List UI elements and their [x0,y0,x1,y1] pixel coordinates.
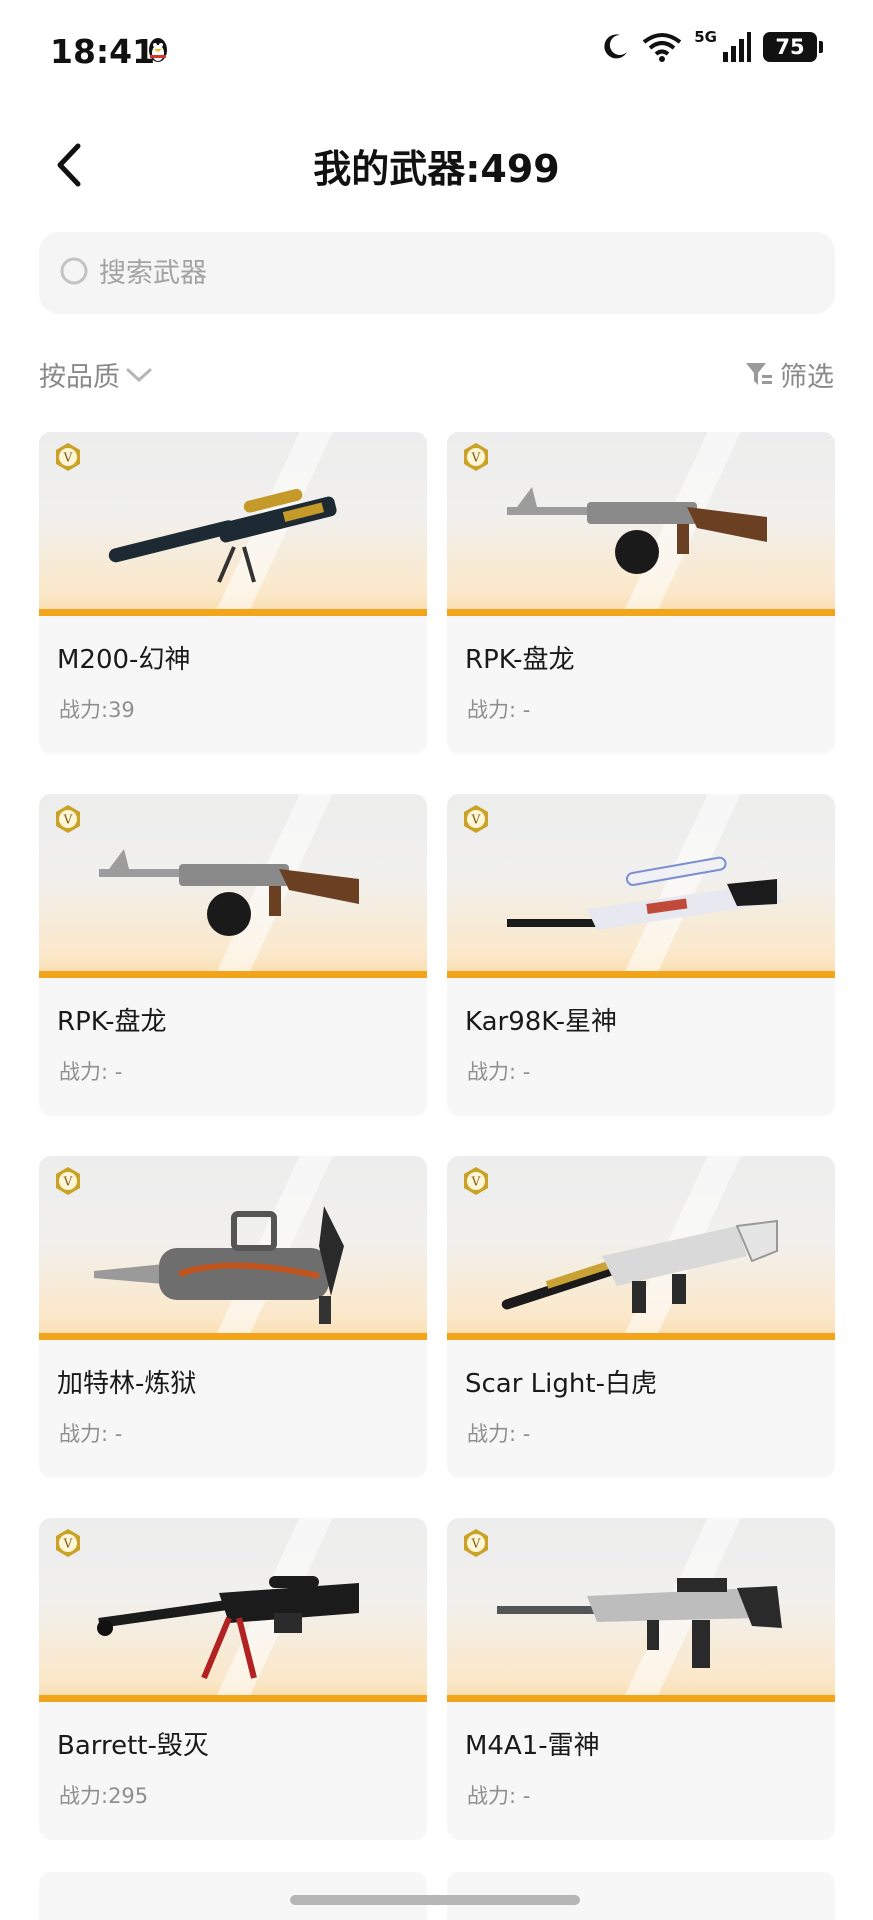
weapon-image [507,856,782,930]
sort-dropdown[interactable]: 按品质 [39,355,154,394]
weapon-power: 战力: - [467,698,531,722]
weapon-card[interactable]: V M200-幻神 战力:39 [39,432,427,754]
v-badge-icon: V [56,443,80,471]
search-input[interactable] [99,257,699,289]
filter-label: 筛选 [780,362,834,393]
weapon-name: Kar98K-星神 [465,1007,618,1037]
weapon-name: RPK-盘龙 [465,645,575,675]
weapon-name: 加特林-炼狱 [57,1369,197,1399]
weapon-name: M4A1-雷神 [465,1731,600,1761]
weapon-image-area: V [447,432,835,616]
status-time: 18:41 [50,32,156,71]
weapon-power: 战力: - [467,1060,531,1084]
filter-icon [746,362,772,385]
network-type: 5G [694,28,717,46]
page-title: 我的武器:499 [313,147,560,191]
weapon-power: 战力: - [467,1422,531,1446]
search-bar[interactable] [39,232,835,314]
weapon-power: 战力: - [467,1784,531,1808]
qq-penguin-icon [146,36,170,68]
svg-text:V: V [63,1537,73,1551]
weapon-image [507,487,767,574]
svg-text:V: V [471,813,481,827]
weapon-image-area: V [39,432,427,616]
weapon-name: Barrett-毁灭 [57,1731,209,1761]
battery-indicator: 75 [763,32,823,62]
status-icons: 5G 75 [600,28,823,62]
weapon-name: RPK-盘龙 [57,1007,167,1037]
weapon-card[interactable]: V Barrett-毁灭 战力:295 [39,1518,427,1840]
weapon-power: 战力:39 [59,698,135,722]
v-badge-icon: V [464,805,488,833]
v-badge-icon: V [56,1529,80,1557]
weapon-card[interactable]: V M4A1-雷神 战力: - [447,1518,835,1840]
v-badge-icon: V [56,805,80,833]
weapon-image [497,1578,782,1668]
weapon-image-area: V [39,794,427,978]
weapon-image [94,1206,344,1324]
weapon-image [99,849,359,936]
weapon-grid: V M200-幻神 战力:39 V RPK-盘龙 战力: - V RPK-盘龙 … [39,432,835,1840]
weapon-image [501,1219,778,1313]
v-badge-icon: V [464,443,488,471]
weapon-image-area: V [447,1156,835,1340]
battery-level: 75 [775,35,805,59]
signal-icon [723,32,751,62]
weapon-card[interactable]: V RPK-盘龙 战力: - [39,794,427,1116]
weapon-name: M200-幻神 [57,645,191,675]
search-icon [60,257,88,285]
weapon-power: 战力: - [59,1422,123,1446]
weapon-image-area: V [447,1518,835,1702]
svg-text:V: V [63,1175,73,1189]
weapons-page: 18:41 5G 75 我的武器:499 搜索武器 按品质 筛选 V M200-… [0,0,873,1920]
home-indicator[interactable] [290,1895,580,1905]
weapon-image-area: V [447,794,835,978]
svg-text:V: V [63,451,73,465]
weapon-image [97,1576,359,1680]
v-badge-icon: V [464,1529,488,1557]
chevron-down-icon [126,368,152,382]
weapon-power: 战力:295 [59,1784,149,1808]
svg-text:V: V [471,451,481,465]
status-bar: 18:41 5G 75 [0,0,873,100]
moon-icon [604,34,628,59]
weapon-power: 战力: - [59,1060,123,1084]
svg-text:V: V [471,1175,481,1189]
weapon-card[interactable]: V 加特林-炼狱 战力: - [39,1156,427,1478]
v-badge-icon: V [464,1167,488,1195]
filter-button[interactable]: 筛选 [744,355,834,394]
weapon-card[interactable]: V Scar Light-白虎 战力: - [447,1156,835,1478]
svg-text:V: V [471,1537,481,1551]
weapon-card[interactable]: V RPK-盘龙 战力: - [447,432,835,754]
weapon-image [108,488,337,583]
weapon-card[interactable]: V Kar98K-星神 战力: - [447,794,835,1116]
svg-text:V: V [63,813,73,827]
weapon-image-area: V [39,1518,427,1702]
v-badge-icon: V [56,1167,80,1195]
weapon-name: Scar Light-白虎 [465,1369,657,1399]
weapon-image-area: V [39,1156,427,1340]
wifi-icon [643,33,682,62]
sort-label: 按品质 [39,362,120,393]
